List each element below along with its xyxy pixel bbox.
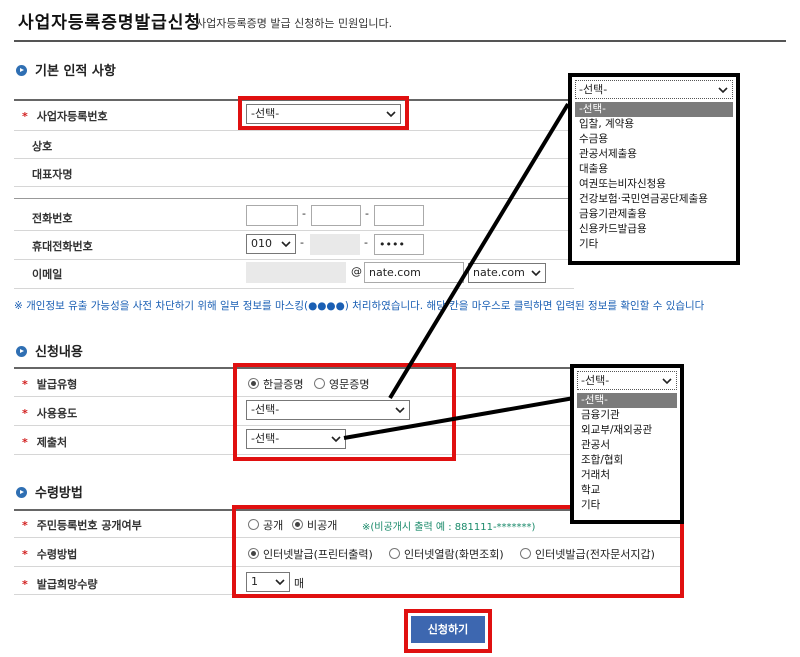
dropdown-option[interactable]: 거래처 [577, 468, 677, 483]
purpose-dropdown-head[interactable]: -선택- [575, 80, 733, 99]
callout-line-submit-to [343, 396, 575, 440]
submit-to-dropdown-head[interactable]: -선택- [577, 371, 677, 390]
dropdown-option[interactable]: 건강보험·국민연금공단제출용 [575, 192, 733, 207]
submit-to-option-list: -선택- 금융기관 외교부/재외공관 관공서 조합/협회 거래처 학교 기타 [577, 393, 677, 513]
dropdown-option[interactable]: 여권또는비자신청용 [575, 177, 733, 192]
purpose-option-list: -선택- 입찰, 계약용 수금용 관공서제출용 대출용 여권또는비자신청용 건강… [575, 102, 733, 252]
dropdown-option[interactable]: 신용카드발급용 [575, 222, 733, 237]
purpose-dropdown-popup: -선택- -선택- 입찰, 계약용 수금용 관공서제출용 대출용 여권또는비자신… [568, 73, 740, 265]
dropdown-option[interactable]: -선택- [577, 393, 677, 408]
dropdown-option[interactable]: 입찰, 계약용 [575, 117, 733, 132]
submit-to-dropdown-popup: -선택- -선택- 금융기관 외교부/재외공관 관공서 조합/협회 거래처 학교… [570, 364, 684, 524]
chevron-down-icon [662, 378, 672, 385]
dropdown-option[interactable]: 학교 [577, 483, 677, 498]
dropdown-option[interactable]: 수금용 [575, 132, 733, 147]
dropdown-option[interactable]: 대출용 [575, 162, 733, 177]
chevron-down-icon [718, 87, 728, 94]
callout-line-purpose [388, 102, 570, 400]
dropdown-option[interactable]: 기타 [577, 498, 677, 513]
dropdown-option[interactable]: 외교부/재외공관 [577, 423, 677, 438]
dropdown-option[interactable]: -선택- [575, 102, 733, 117]
dropdown-option[interactable]: 관공서제출용 [575, 147, 733, 162]
dropdown-option[interactable]: 금융기관제출용 [575, 207, 733, 222]
dropdown-option[interactable]: 금융기관 [577, 408, 677, 423]
dropdown-option[interactable]: 기타 [575, 237, 733, 252]
page-frame: 사업자등록증명발급신청 사업자등록증명 발급 신청하는 민원입니다. 기본 인적… [0, 0, 800, 657]
dropdown-option[interactable]: 조합/협회 [577, 453, 677, 468]
dropdown-option[interactable]: 관공서 [577, 438, 677, 453]
